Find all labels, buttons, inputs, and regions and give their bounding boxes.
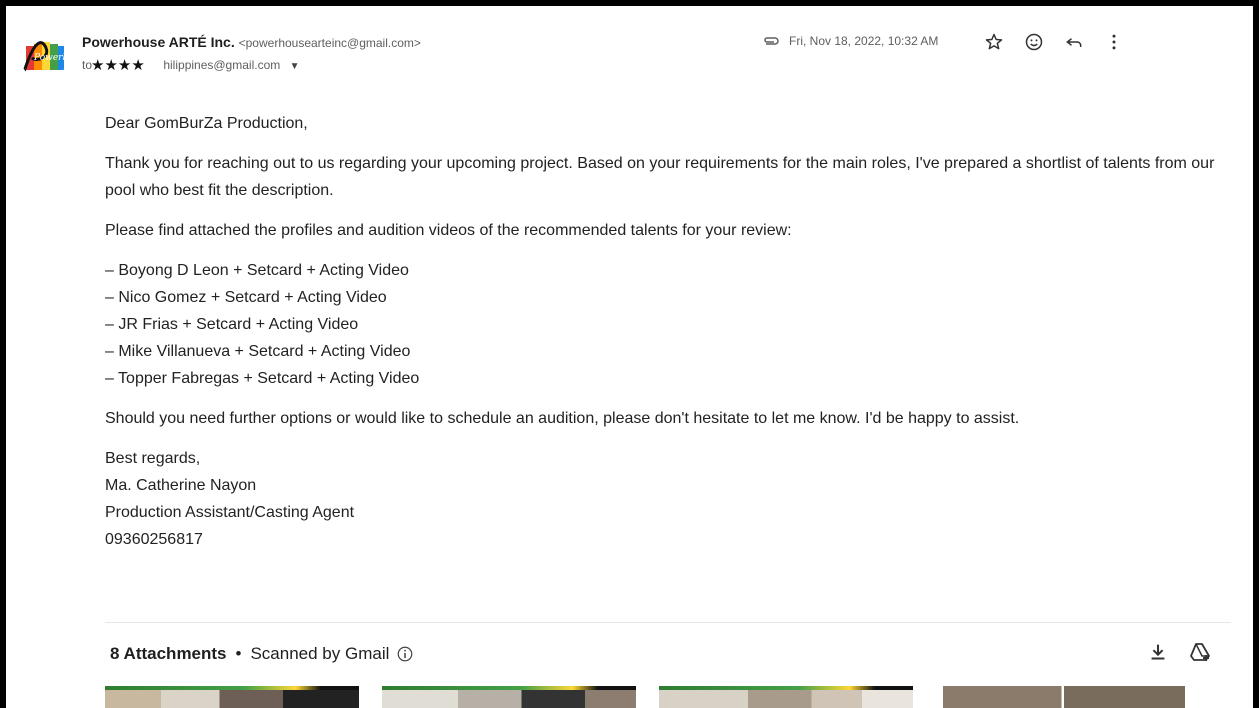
signature-phone: 09360256817: [105, 531, 203, 548]
star-icon[interactable]: [982, 30, 1006, 54]
recipient-line[interactable]: to ★★★★ hilippines@gmail.com ▼: [82, 56, 300, 74]
attachments-count: 8 Attachments: [110, 644, 227, 663]
avatar-logo-text: Powerhouse: [33, 53, 68, 63]
signature-name: Ma. Catherine Nayon: [105, 477, 257, 494]
attachment-thumbnail[interactable]: [105, 686, 359, 708]
download-icon[interactable]: [1146, 640, 1170, 664]
list-item: – Topper Fabregas + Setcard + Acting Vid…: [105, 370, 420, 387]
message-date: Fri, Nov 18, 2022, 10:32 AM: [789, 34, 939, 48]
list-item: – Mike Villanueva + Setcard + Acting Vid…: [105, 343, 411, 360]
paperclip-icon: [762, 35, 780, 47]
attachment-actions: [1146, 640, 1230, 664]
reply-icon[interactable]: [1062, 30, 1086, 54]
scanned-label: Scanned by Gmail: [250, 644, 390, 663]
paragraph-2: Please find attached the profiles and au…: [105, 222, 792, 239]
list-item: – Boyong D Leon + Setcard + Acting Video: [105, 262, 409, 279]
signature-title: Production Assistant/Casting Agent: [105, 504, 355, 521]
dropdown-caret-icon[interactable]: ▼: [290, 61, 300, 72]
paragraph-3: Should you need further options or would…: [105, 410, 1020, 427]
add-to-drive-icon[interactable]: [1188, 640, 1212, 664]
list-item: – JR Frias + Setcard + Acting Video: [105, 316, 359, 333]
attachments-header: 8 Attachments • Scanned by Gmail: [110, 644, 414, 664]
signoff: Best regards,: [105, 450, 201, 467]
separator: •: [235, 644, 242, 663]
sender-avatar[interactable]: Powerhouse: [20, 32, 68, 80]
attachment-thumbnail[interactable]: [659, 686, 913, 708]
attachment-thumbnail[interactable]: [382, 686, 636, 708]
message-body: Dear GomBurZa Production, Thank you for …: [105, 110, 1245, 553]
info-icon[interactable]: [396, 645, 414, 663]
divider: [105, 622, 1231, 623]
talent-list: – Boyong D Leon + Setcard + Acting Video…: [105, 257, 1245, 392]
email-view: Powerhouse Powerhouse ARTÉ Inc. <powerho…: [6, 6, 1253, 708]
greeting: Dear GomBurZa Production,: [105, 115, 308, 132]
svg-text:★★★★: ★★★★: [91, 57, 145, 71]
redaction-mark: ★★★★: [91, 56, 165, 74]
attachment-thumbnail[interactable]: [943, 686, 1185, 708]
more-vert-icon[interactable]: [1102, 30, 1126, 54]
list-item: – Nico Gomez + Setcard + Acting Video: [105, 289, 387, 306]
sender-name[interactable]: Powerhouse ARTÉ Inc.: [82, 34, 235, 50]
paragraph-1: Thank you for reaching out to us regardi…: [105, 155, 1215, 199]
emoji-icon[interactable]: [1022, 30, 1046, 54]
message-meta: Fri, Nov 18, 2022, 10:32 AM: [762, 34, 938, 48]
message-actions: [982, 30, 1142, 54]
recipient-email: hilippines@gmail.com: [163, 58, 281, 72]
sender-line: Powerhouse ARTÉ Inc. <powerhousearteinc@…: [82, 34, 421, 50]
sender-email: <powerhousearteinc@gmail.com>: [238, 36, 421, 50]
